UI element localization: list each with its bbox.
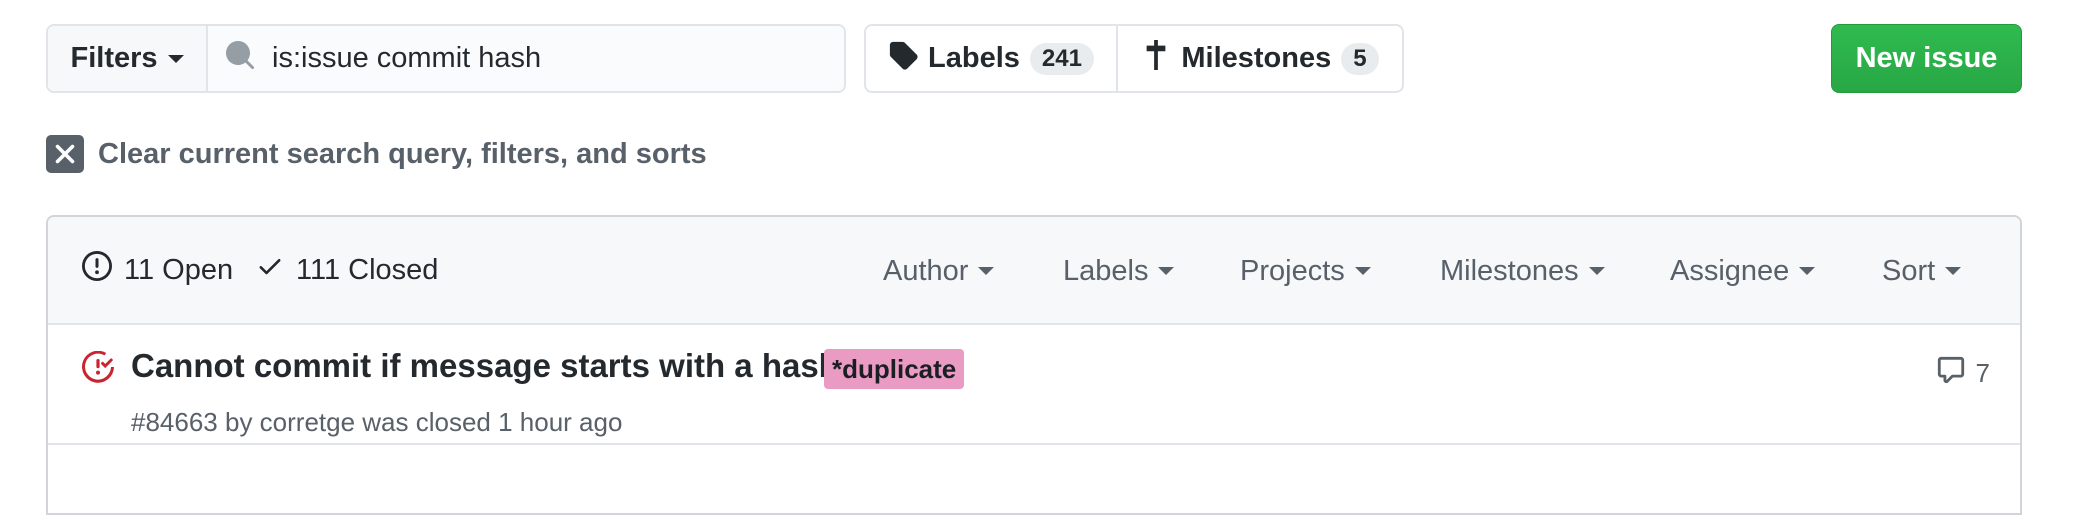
comments-count: 7 (1975, 358, 1990, 388)
labels-filter-label: Labels (1063, 254, 1149, 287)
sort-dropdown[interactable]: Sort (1882, 217, 1962, 325)
projects-filter-label: Projects (1240, 254, 1345, 287)
labels-milestones-group: Labels 241 Milestones 5 (864, 24, 1404, 93)
search-value: is:issue commit hash (272, 42, 542, 74)
search-input[interactable]: is:issue commit hash (208, 26, 844, 91)
assignee-filter-dropdown[interactable]: Assignee (1670, 217, 1816, 325)
milestones-link[interactable]: Milestones 5 (1118, 26, 1402, 91)
issues-list-header: 11 Open 111 Closed Author Labels Project… (48, 217, 2020, 325)
closed-issues-label: 111 Closed (296, 253, 439, 286)
chevron-down-icon (1354, 267, 1371, 275)
milestones-filter-label: Milestones (1440, 254, 1579, 287)
chevron-down-icon (1588, 267, 1605, 275)
chevron-down-icon (1945, 267, 1962, 275)
clear-query-label: Clear current search query, filters, and… (98, 137, 707, 170)
milestones-link-label: Milestones (1181, 42, 1332, 74)
issue-closed-icon (82, 350, 114, 388)
comment-icon (1936, 355, 1966, 392)
chevron-down-icon (978, 267, 995, 275)
chevron-down-icon (1799, 267, 1816, 275)
issue-title-link[interactable]: Cannot commit if message starts with a h… (131, 347, 839, 385)
chevron-down-icon (167, 54, 184, 63)
labels-count-badge: 241 (1029, 42, 1094, 75)
new-issue-button[interactable]: New issue (1831, 24, 2022, 93)
author-filter-dropdown[interactable]: Author (883, 217, 995, 325)
assignee-filter-label: Assignee (1670, 254, 1790, 287)
filters-label: Filters (70, 42, 158, 74)
milestone-icon (1141, 39, 1171, 78)
issue-label-badge[interactable]: *duplicate (824, 349, 965, 389)
chevron-down-icon (1158, 267, 1175, 275)
filters-dropdown-button[interactable]: Filters (48, 26, 208, 91)
clear-query-link[interactable]: Clear current search query, filters, and… (46, 135, 707, 173)
tag-icon (888, 40, 918, 78)
sort-label: Sort (1882, 254, 1936, 287)
author-filter-label: Author (883, 254, 969, 287)
search-icon (224, 39, 256, 79)
issue-comments-link[interactable]: 7 (1936, 355, 1990, 392)
projects-filter-dropdown[interactable]: Projects (1240, 217, 1371, 325)
issue-opened-icon (82, 251, 112, 289)
close-icon (46, 135, 84, 173)
issues-list: 11 Open 111 Closed Author Labels Project… (46, 215, 2022, 515)
issue-row: Cannot commit if message starts with a h… (48, 325, 2020, 445)
milestones-filter-dropdown[interactable]: Milestones (1440, 217, 1605, 325)
labels-link-label: Labels (928, 42, 1020, 74)
check-icon (256, 252, 284, 288)
labels-link[interactable]: Labels 241 (866, 26, 1118, 91)
issue-meta: #84663 by corretge was closed 1 hour ago (131, 407, 623, 437)
open-issues-link[interactable]: 11 Open (82, 251, 233, 289)
labels-filter-dropdown[interactable]: Labels (1063, 217, 1175, 325)
closed-issues-link[interactable]: 111 Closed (256, 252, 438, 288)
milestones-count-badge: 5 (1341, 42, 1379, 75)
filters-search-group: Filters is:issue commit hash (46, 24, 846, 93)
open-issues-label: 11 Open (124, 253, 234, 286)
